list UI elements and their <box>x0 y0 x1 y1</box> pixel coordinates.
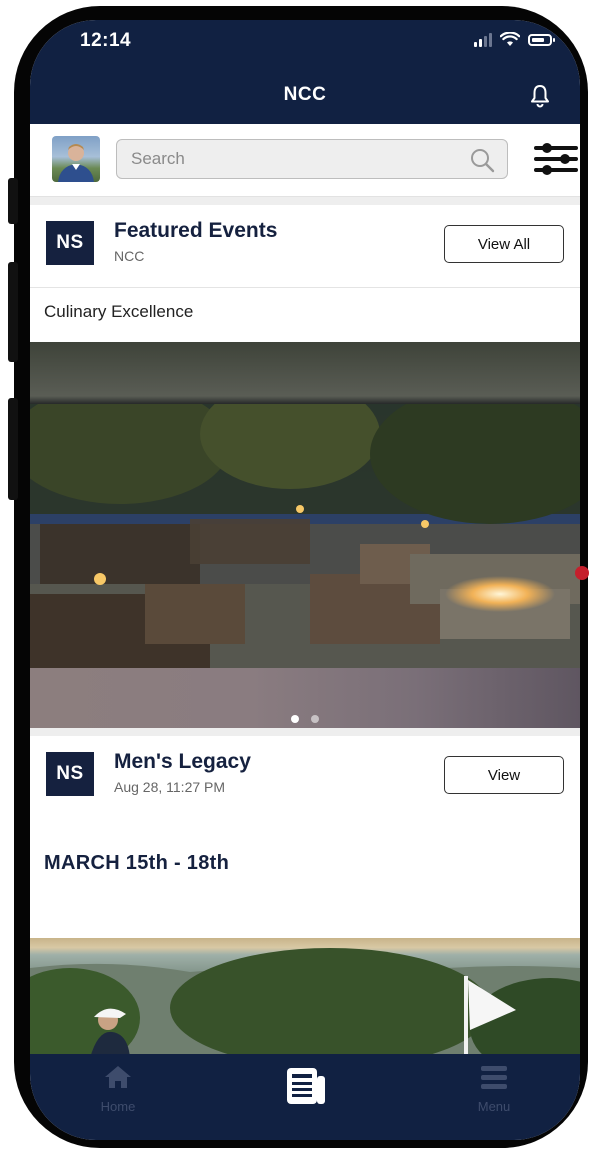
search-icon[interactable] <box>469 147 495 173</box>
event-name-row: Culinary Excellence <box>30 288 580 342</box>
section-divider <box>30 197 580 205</box>
tab-feed[interactable] <box>245 1064 365 1124</box>
status-icons <box>474 32 555 47</box>
event-name: Culinary Excellence <box>44 302 194 321</box>
club-logo: NS <box>46 752 94 796</box>
search-input[interactable] <box>131 140 461 178</box>
hamburger-icon <box>481 1066 507 1089</box>
bottom-tab-bar: Home Menu <box>30 1054 580 1140</box>
tab-menu[interactable]: Menu <box>434 1064 554 1124</box>
sliders-icon[interactable] <box>534 138 578 180</box>
volume-down-button <box>8 398 18 500</box>
volume-up-button <box>8 262 18 362</box>
featured-title: Featured Events <box>114 219 278 242</box>
featured-events-header: NS Featured Events NCC View All <box>30 205 580 288</box>
status-time: 12:14 <box>80 30 132 51</box>
avatar[interactable] <box>52 136 100 182</box>
tab-menu-label: Menu <box>477 1099 511 1114</box>
wifi-icon <box>500 32 520 46</box>
carousel-dot-2[interactable] <box>311 715 320 723</box>
tab-home[interactable]: Home <box>58 1064 178 1124</box>
newspaper-icon <box>287 1068 325 1104</box>
carousel-pagination <box>30 710 580 728</box>
cellular-signal-icon <box>474 32 492 47</box>
post-timestamp: Aug 28, 11:27 PM <box>114 779 226 795</box>
search-bar-row <box>30 124 580 197</box>
mute-switch <box>8 178 18 224</box>
view-button[interactable]: View <box>444 756 564 794</box>
post-title: Men's Legacy <box>114 750 251 773</box>
app-screen: 12:14 NCC Search NS Featured Events NCC … <box>30 20 580 1140</box>
tab-home-label: Home <box>100 1099 136 1114</box>
search-box <box>116 139 508 179</box>
battery-icon <box>528 33 555 46</box>
bell-icon[interactable] <box>530 84 550 108</box>
featured-subtitle: NCC <box>114 248 145 264</box>
post-header: NS Men's Legacy Aug 28, 11:27 PM View <box>30 736 580 819</box>
top-bar: 12:14 NCC <box>30 20 580 124</box>
golf-photo <box>30 938 580 1058</box>
event-carousel[interactable] <box>30 342 580 728</box>
event-photo <box>30 404 580 668</box>
page-title: NCC <box>283 84 327 105</box>
home-icon <box>105 1066 131 1088</box>
view-all-button[interactable]: View All <box>444 225 564 263</box>
section-divider <box>30 728 580 736</box>
club-logo: NS <box>46 221 94 265</box>
record-indicator <box>575 566 589 580</box>
post-body: MARCH 15th - 18th <box>30 818 580 938</box>
carousel-dot-1[interactable] <box>290 715 299 723</box>
post-headline: MARCH 15th - 18th <box>44 852 230 874</box>
